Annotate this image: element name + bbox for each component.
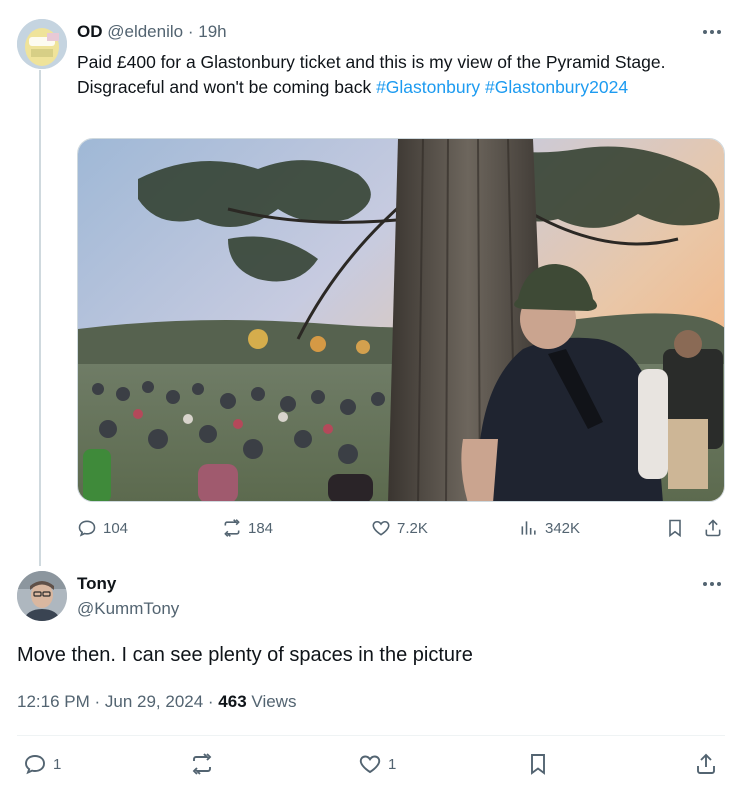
tweet2-bookmark-button[interactable] — [526, 752, 550, 776]
tweet1-repost-button[interactable]: 184 — [222, 518, 273, 538]
tweet1-text: Paid £400 for a Glastonbury ticket and t… — [77, 50, 717, 100]
tweet1-action-bar: 104 184 7.2K 342K — [77, 518, 725, 544]
bookmark-icon — [669, 519, 681, 538]
tweet2-share-button[interactable] — [694, 752, 718, 776]
tweet2-meta: 12:16 PM · Jun 29, 2024 · 463 Views — [17, 692, 296, 712]
reply-icon — [78, 520, 96, 537]
repost-icon — [192, 753, 212, 775]
meta-separator: · — [203, 692, 219, 711]
tweet2-handle[interactable]: @KummTony — [77, 599, 179, 619]
tweet1-handle[interactable]: @eldenilo — [107, 22, 183, 41]
tweet2-repost-button[interactable] — [190, 752, 214, 776]
hashtag-glastonbury[interactable]: #Glastonbury — [376, 77, 480, 97]
tweet1-photo[interactable] — [77, 138, 725, 502]
bookmark-icon — [531, 754, 545, 775]
share-icon — [705, 519, 721, 537]
tweet2-like-button[interactable]: 1 — [358, 752, 396, 776]
tweet1-like-button[interactable]: 7.2K — [371, 518, 428, 538]
thread-connector-line — [39, 70, 41, 566]
tony-avatar[interactable] — [17, 571, 67, 621]
tweet2-reply-count: 1 — [53, 755, 62, 773]
tweet1-share-button[interactable] — [703, 518, 723, 538]
views-icon — [521, 521, 536, 535]
tweet1-header: OD @eldenilo · 19h — [77, 22, 227, 42]
heart-icon — [359, 755, 381, 774]
tweet2-like-count: 1 — [388, 755, 397, 773]
tweet2-views-label: Views — [251, 692, 297, 711]
hashtag-glastonbury2024[interactable]: #Glastonbury2024 — [485, 77, 628, 97]
tweet2-view-count: 463 — [218, 692, 247, 711]
share-icon — [697, 753, 715, 774]
tweet1-bookmark-button[interactable] — [665, 518, 685, 538]
od-avatar[interactable] — [17, 19, 67, 69]
tweet2-more-icon[interactable] — [698, 574, 726, 594]
tweet1-view-count: 342K — [545, 519, 581, 537]
tweet1-like-count: 7.2K — [397, 519, 428, 537]
heart-icon — [372, 520, 390, 536]
tweet2-text: Move then. I can see plenty of spaces in… — [17, 644, 473, 666]
divider — [17, 735, 725, 736]
tweet1-views-button[interactable]: 342K — [519, 518, 580, 538]
tweet1-time[interactable]: 19h — [198, 22, 226, 41]
reply-icon — [25, 755, 45, 775]
tweet1-repost-count: 184 — [248, 519, 274, 537]
tweet1-reply-button[interactable]: 104 — [77, 518, 128, 538]
tweet2-author-name[interactable]: Tony — [77, 574, 116, 594]
tweet1-author-name[interactable]: OD — [77, 22, 103, 41]
tweet1-reply-count: 104 — [103, 519, 129, 537]
tweet1-more-icon[interactable] — [698, 22, 726, 42]
tweet2-timestamp[interactable]: 12:16 PM · Jun 29, 2024 — [17, 692, 203, 711]
repost-icon — [224, 519, 240, 537]
tweet2-reply-button[interactable]: 1 — [23, 752, 61, 776]
tweet1-separator: · — [187, 22, 194, 41]
tweet2-action-bar: 1 1 — [17, 752, 727, 778]
